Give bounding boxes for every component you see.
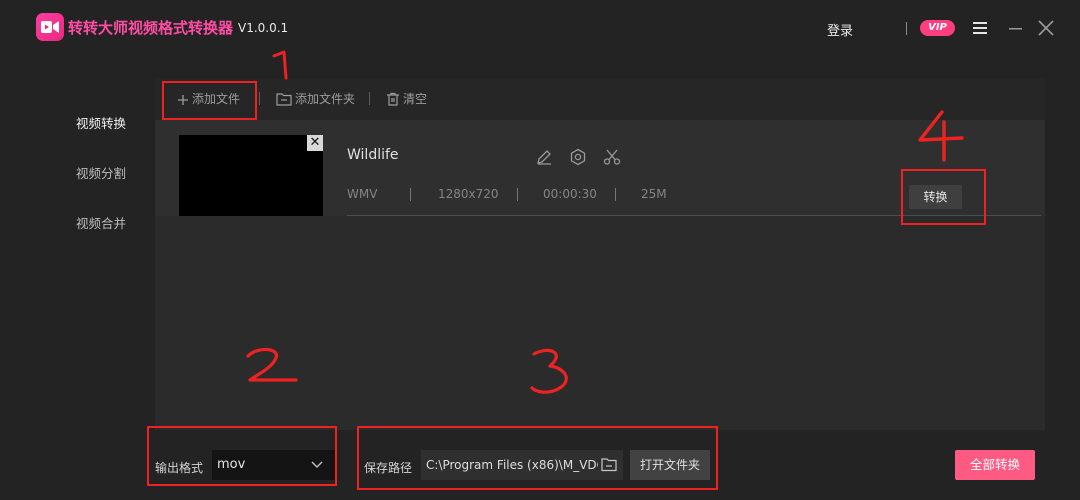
video-thumbnail[interactable]: [179, 135, 323, 216]
menu-icon[interactable]: [970, 18, 990, 38]
clear-label: 清空: [403, 92, 428, 106]
sidebar-item-video-convert[interactable]: 视频转换: [60, 110, 150, 160]
toolbar: 添加文件 添加文件夹 清空: [155, 78, 1045, 120]
file-format: WMV: [347, 187, 378, 201]
save-path-label: 保存路径: [364, 461, 413, 475]
clear-button[interactable]: 清空: [386, 90, 427, 107]
edit-icon[interactable]: [535, 148, 553, 166]
app-version: V1.0.0.1: [238, 21, 289, 35]
convert-all-button[interactable]: 全部转换: [955, 450, 1035, 480]
file-duration: 00:00:30: [543, 187, 597, 201]
meta-divider: [615, 188, 616, 201]
app-title: 转转大师视频格式转换器: [68, 19, 234, 37]
file-size: 25M: [641, 187, 667, 201]
bottom-bar: 输出格式 mov 保存路径 C:\Program Files (x86)\M_V…: [0, 430, 1080, 500]
file-row[interactable]: ✕ Wildlife WMV 1280x720 00:00:30 25M 转换: [155, 120, 1045, 216]
meta-divider: [517, 188, 518, 201]
add-folder-button[interactable]: 添加文件夹: [276, 90, 355, 107]
login-link[interactable]: 登录: [827, 20, 853, 39]
app-logo-icon: [36, 13, 64, 41]
toolbar-divider: [259, 92, 260, 105]
chevron-down-icon: [311, 461, 323, 469]
titlebar-divider: [906, 22, 907, 35]
sidebar-item-video-split[interactable]: 视频分割: [60, 160, 150, 210]
settings-icon[interactable]: [569, 148, 587, 166]
convert-button[interactable]: 转换: [909, 185, 962, 209]
output-format-label: 输出格式: [155, 461, 204, 475]
sidebar-item-video-merge[interactable]: 视频合并: [60, 210, 150, 260]
add-file-label: 添加文件: [192, 92, 241, 106]
sidebar: 视频转换 视频分割 视频合并: [60, 110, 150, 260]
file-list-panel: 添加文件 添加文件夹 清空 ✕ Wildlife WMV 1280x720 00…: [155, 78, 1045, 430]
cut-icon[interactable]: [603, 148, 621, 166]
save-path-value: C:\Program Files (x86)\M_VDC: [426, 458, 598, 472]
add-file-button[interactable]: 添加文件: [177, 90, 240, 107]
save-path-field[interactable]: C:\Program Files (x86)\M_VDC: [421, 450, 623, 480]
row-divider: [347, 215, 1041, 216]
file-actions: [535, 148, 632, 170]
open-folder-button[interactable]: 打开文件夹: [630, 450, 710, 480]
toolbar-divider: [369, 92, 370, 105]
title-bar: 转转大师视频格式转换器 V1.0.0.1 登录 VIP: [0, 0, 1080, 58]
meta-divider: [410, 188, 411, 201]
minimize-icon[interactable]: [1006, 18, 1026, 38]
folder-icon: [276, 93, 292, 106]
file-resolution: 1280x720: [438, 187, 499, 201]
close-icon[interactable]: [1036, 18, 1056, 38]
remove-file-icon[interactable]: ✕: [307, 135, 323, 151]
add-folder-label: 添加文件夹: [295, 92, 356, 106]
output-format-value: mov: [217, 457, 246, 472]
vip-badge[interactable]: VIP: [920, 20, 955, 36]
plus-icon: [178, 95, 188, 105]
folder-icon[interactable]: [601, 457, 617, 472]
file-name: Wildlife: [347, 147, 399, 163]
output-format-select[interactable]: mov: [212, 450, 335, 480]
trash-icon: [387, 92, 399, 106]
